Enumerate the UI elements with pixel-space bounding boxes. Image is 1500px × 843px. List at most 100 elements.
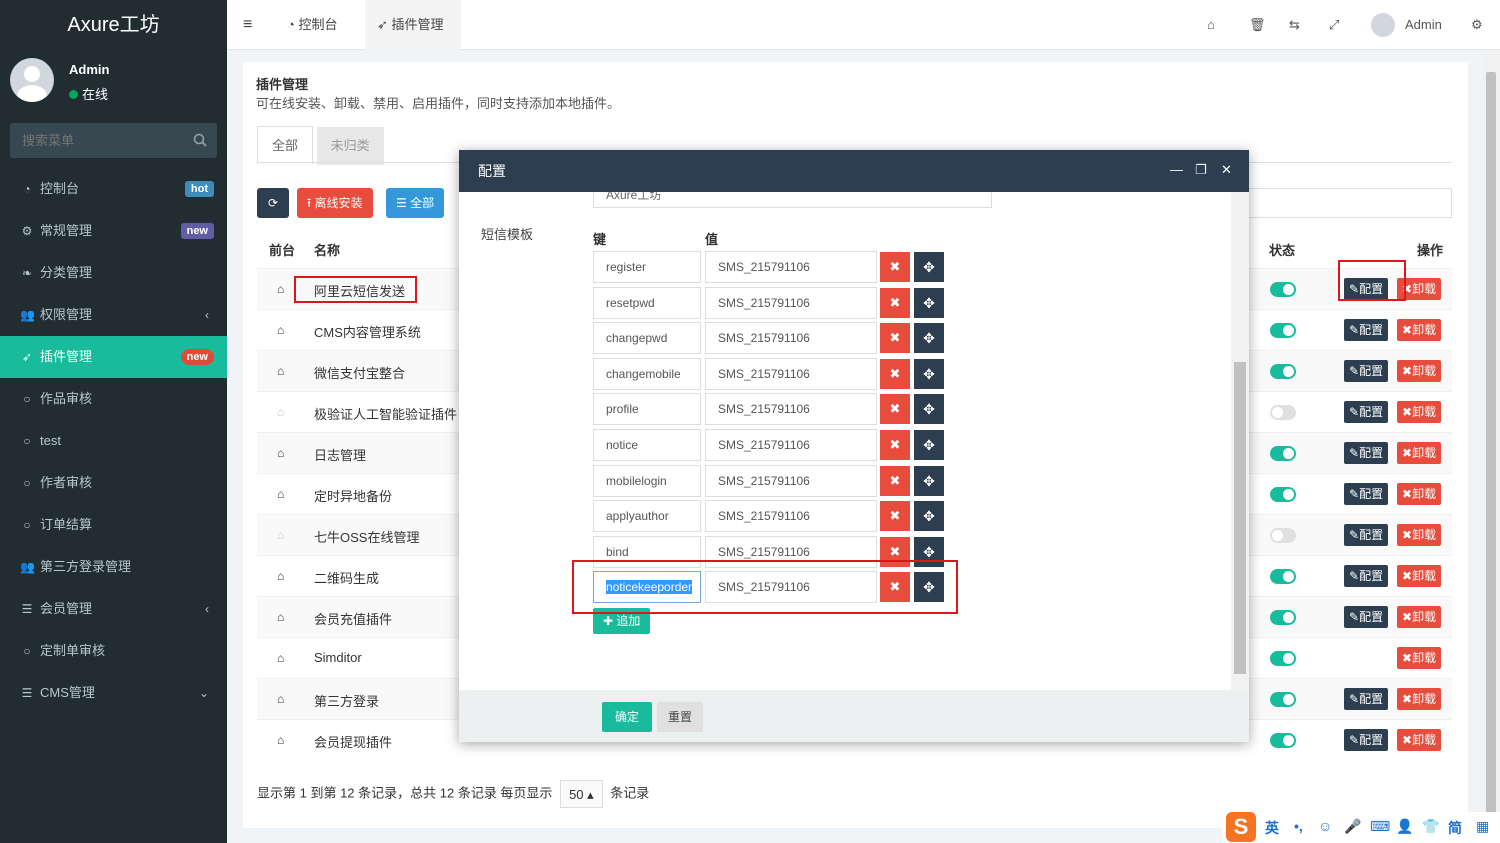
value-input[interactable]: SMS_215791106: [705, 322, 877, 355]
tab-dashboard[interactable]: ◔ 控制台: [275, 0, 349, 50]
remove-row-button[interactable]: ✖: [880, 501, 910, 532]
punctuation-icon[interactable]: •,: [1294, 818, 1303, 834]
value-input[interactable]: SMS_215791106: [705, 393, 877, 426]
key-input[interactable]: notice: [593, 429, 701, 461]
sidebar-item-2[interactable]: ❧ 分类管理: [0, 252, 227, 294]
uninstall-button[interactable]: ✖卸载: [1397, 565, 1442, 587]
per-page-select[interactable]: 50 ▴: [560, 780, 603, 808]
page-scrollbar[interactable]: [1482, 50, 1500, 843]
home-icon[interactable]: ⌂: [277, 446, 284, 460]
drag-move-icon[interactable]: ✥: [914, 465, 944, 496]
value-input[interactable]: SMS_215791106: [705, 357, 877, 390]
uninstall-button[interactable]: ✖卸载: [1397, 401, 1442, 423]
key-input[interactable]: changepwd: [593, 322, 701, 355]
sidebar-search-input[interactable]: [10, 123, 180, 158]
modal-scrollbar[interactable]: [1231, 192, 1249, 690]
drag-move-icon[interactable]: ✥: [914, 287, 944, 318]
ime-lang-toggle[interactable]: 英: [1265, 818, 1279, 838]
sidebar-item-1[interactable]: ⚙ 常规管理 new: [0, 210, 227, 252]
drag-move-icon[interactable]: ✥: [914, 501, 944, 532]
drag-move-icon[interactable]: ✥: [914, 323, 944, 354]
remove-row-button[interactable]: ✖: [880, 430, 910, 460]
expand-arrow-icon[interactable]: ‹: [205, 294, 209, 336]
uninstall-button[interactable]: ✖卸载: [1397, 688, 1442, 710]
home-icon[interactable]: ⌂: [1207, 17, 1215, 32]
home-icon[interactable]: ⌂: [277, 569, 284, 583]
sidebar-item-10[interactable]: ☰ 会员管理 ‹: [0, 588, 227, 630]
status-toggle[interactable]: [1270, 733, 1296, 748]
remove-row-button[interactable]: ✖: [880, 394, 910, 425]
language-icon[interactable]: ⇆: [1289, 17, 1300, 33]
uninstall-button[interactable]: ✖卸载: [1397, 442, 1442, 464]
value-input[interactable]: SMS_215791106: [705, 464, 877, 497]
home-icon[interactable]: ⌂: [277, 528, 284, 542]
config-button[interactable]: ✎配置: [1344, 360, 1389, 382]
emoji-icon[interactable]: ☺: [1318, 818, 1332, 834]
home-icon[interactable]: ⌂: [277, 364, 284, 378]
config-button[interactable]: ✎配置: [1344, 442, 1389, 464]
value-input[interactable]: SMS_215791106: [705, 251, 877, 283]
status-toggle[interactable]: [1270, 692, 1296, 707]
key-input[interactable]: profile: [593, 393, 701, 426]
config-button[interactable]: ✎配置: [1344, 565, 1389, 587]
home-icon[interactable]: ⌂: [277, 610, 284, 624]
tab-uncategorized[interactable]: 未归类: [316, 127, 384, 165]
maximize-icon[interactable]: ❐: [1195, 162, 1207, 178]
drag-move-icon[interactable]: ✥: [914, 394, 944, 425]
status-toggle[interactable]: [1270, 651, 1296, 666]
remove-row-button[interactable]: ✖: [880, 323, 910, 354]
offline-install-button[interactable]: ⭱ 离线安装: [297, 188, 373, 218]
sidebar-item-3[interactable]: 👥 权限管理 ‹: [0, 294, 227, 336]
menu-toggle-icon[interactable]: ≡: [243, 0, 252, 50]
sidebar-item-5[interactable]: ○ 作品审核: [0, 378, 227, 420]
previous-field-input[interactable]: Axure工坊: [593, 192, 992, 208]
value-input[interactable]: SMS_215791106: [705, 286, 877, 319]
modal-scrollbar-thumb[interactable]: [1234, 362, 1246, 674]
config-button[interactable]: ✎配置: [1344, 483, 1389, 505]
close-icon[interactable]: ✕: [1221, 162, 1232, 178]
status-toggle[interactable]: [1270, 610, 1296, 625]
fullscreen-icon[interactable]: ⤢: [1329, 17, 1339, 33]
table-search-input[interactable]: [1243, 188, 1452, 218]
key-input[interactable]: applyauthor: [593, 500, 701, 533]
expand-arrow-icon[interactable]: ⌄: [199, 672, 209, 714]
skin-icon[interactable]: 👕: [1422, 818, 1439, 835]
home-icon[interactable]: ⌂: [277, 282, 284, 296]
settings-gear-icon[interactable]: ⚙: [1471, 17, 1483, 33]
uninstall-button[interactable]: ✖卸载: [1397, 360, 1442, 382]
confirm-button[interactable]: 确定: [602, 702, 653, 732]
topbar-user-name[interactable]: Admin: [1405, 17, 1442, 32]
home-icon[interactable]: ⌂: [277, 692, 284, 706]
uninstall-button[interactable]: ✖卸载: [1397, 647, 1442, 669]
brand-logo[interactable]: Axure工坊: [0, 0, 227, 50]
drag-move-icon[interactable]: ✥: [914, 430, 944, 460]
status-toggle[interactable]: [1270, 569, 1296, 584]
config-button[interactable]: ✎配置: [1344, 729, 1389, 751]
home-icon[interactable]: ⌂: [277, 733, 284, 747]
config-button[interactable]: ✎配置: [1344, 606, 1389, 628]
home-icon[interactable]: ⌂: [277, 487, 284, 501]
status-toggle[interactable]: [1270, 446, 1296, 461]
status-toggle[interactable]: [1270, 323, 1296, 338]
status-toggle[interactable]: [1270, 364, 1296, 379]
status-toggle[interactable]: [1270, 528, 1296, 543]
config-button[interactable]: ✎配置: [1344, 688, 1389, 710]
microphone-icon[interactable]: 🎤: [1344, 818, 1361, 835]
sidebar-item-4[interactable]: ➶ 插件管理 new: [0, 336, 227, 378]
keyboard-icon[interactable]: ⌨: [1370, 818, 1390, 835]
minimize-icon[interactable]: —: [1170, 162, 1183, 177]
home-icon[interactable]: ⌂: [277, 651, 284, 665]
status-toggle[interactable]: [1270, 282, 1296, 297]
config-button[interactable]: ✎配置: [1344, 524, 1389, 546]
value-input[interactable]: SMS_215791106: [705, 429, 877, 461]
uninstall-button[interactable]: ✖卸载: [1397, 729, 1442, 751]
uninstall-button[interactable]: ✖卸载: [1397, 483, 1442, 505]
sidebar-item-12[interactable]: ☰ CMS管理 ⌄: [0, 672, 227, 714]
refresh-button[interactable]: ⟳: [257, 188, 289, 218]
drag-move-icon[interactable]: ✥: [914, 358, 944, 389]
page-scrollbar-thumb[interactable]: [1486, 72, 1496, 843]
grid-menu-icon[interactable]: ▦: [1476, 818, 1489, 835]
config-button[interactable]: ✎配置: [1344, 319, 1389, 341]
key-input[interactable]: register: [593, 251, 701, 283]
tab-all[interactable]: 全部: [257, 126, 314, 164]
